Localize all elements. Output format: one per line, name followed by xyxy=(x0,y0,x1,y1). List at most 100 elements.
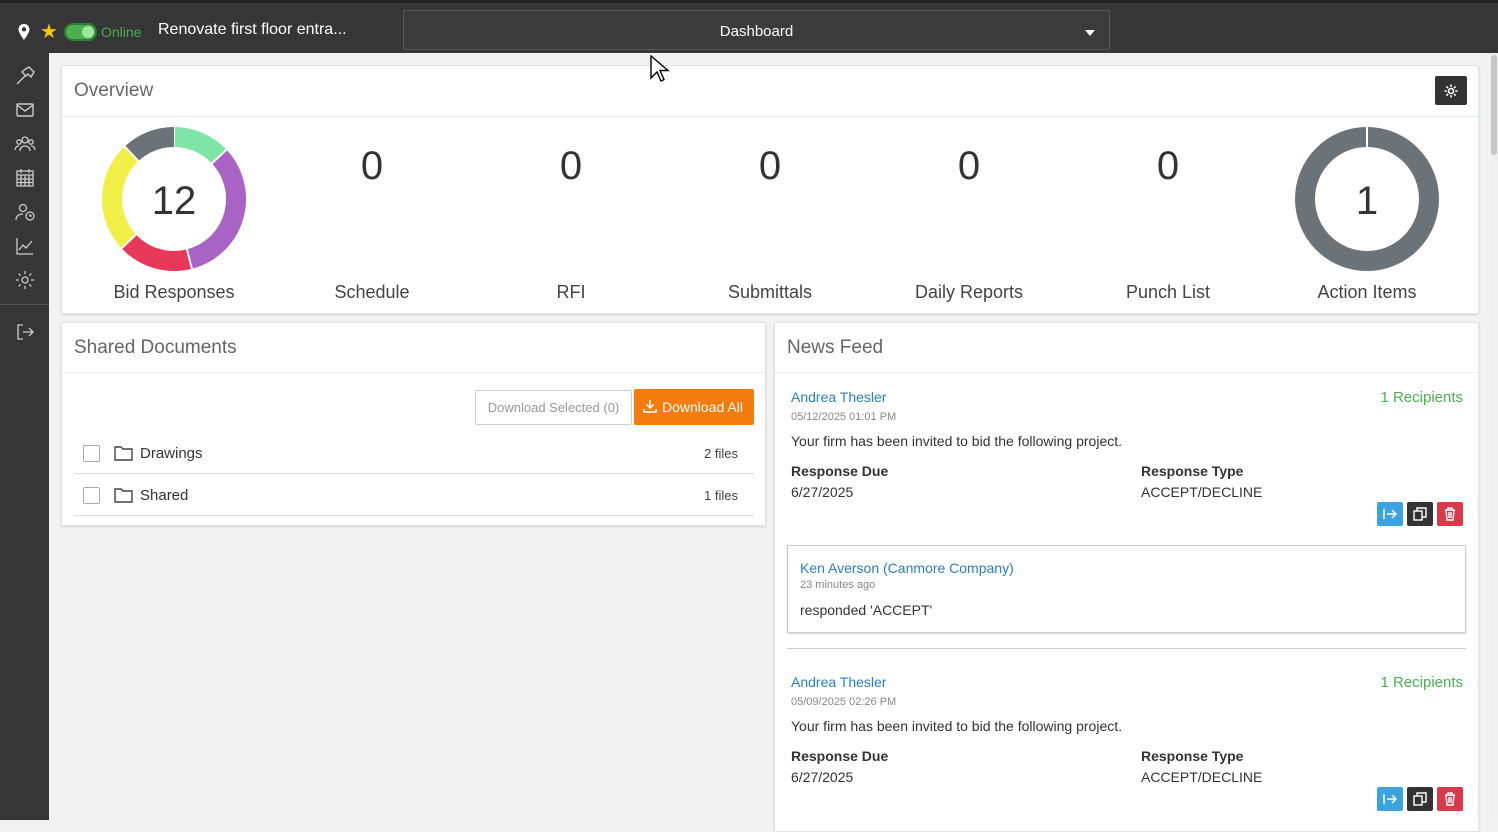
project-title: Renovate first floor entra... xyxy=(158,21,347,38)
overview-title: Overview xyxy=(74,80,154,101)
hammer-icon[interactable] xyxy=(14,65,36,87)
response-due-label: Response Due xyxy=(791,463,889,479)
copy-button[interactable] xyxy=(1407,502,1433,526)
shared-documents-header: Shared Documents xyxy=(62,323,765,373)
forward-button[interactable] xyxy=(1377,502,1403,526)
news-divider xyxy=(787,648,1466,649)
reply-timestamp: 23 minutes ago xyxy=(800,579,876,591)
news-feed-header: News Feed xyxy=(775,323,1478,373)
bid-responses-count: 12 xyxy=(151,179,197,223)
sidebar xyxy=(0,53,49,820)
reply-author[interactable]: Ken Averson (Canmore Company) xyxy=(800,560,1014,576)
action-items-count: 1 xyxy=(1355,179,1379,223)
folder-checkbox[interactable] xyxy=(83,487,100,504)
donut-segment[interactable] xyxy=(124,127,175,162)
copy-icon xyxy=(1413,507,1427,521)
donut-segment[interactable] xyxy=(121,234,192,271)
trash-icon xyxy=(1445,507,1455,521)
delete-button[interactable] xyxy=(1437,502,1463,526)
folder-row[interactable]: Shared 1 files xyxy=(74,474,754,516)
copy-button[interactable] xyxy=(1407,787,1433,811)
location-pin-icon[interactable] xyxy=(17,24,31,40)
folder-icon xyxy=(114,488,133,503)
trash-icon xyxy=(1445,792,1455,806)
news-feed-title: News Feed xyxy=(787,337,884,358)
copy-icon xyxy=(1413,792,1427,806)
star-icon[interactable]: ★ xyxy=(40,22,58,42)
news-recipients[interactable]: 1 Recipients xyxy=(1380,389,1463,406)
response-type-value: ACCEPT/DECLINE xyxy=(1141,769,1263,785)
bid-responses-label: Bid Responses xyxy=(113,282,235,302)
view-selector[interactable]: Dashboard xyxy=(403,10,1110,50)
stat-daily-reports[interactable]: 0 Daily Reports xyxy=(879,126,1059,302)
folder-name[interactable]: Shared xyxy=(140,487,188,504)
reply-message: responded 'ACCEPT' xyxy=(800,602,933,618)
stat-schedule-value: 0 xyxy=(360,144,384,188)
stat-daily-reports-label: Daily Reports xyxy=(914,282,1024,302)
overview-settings-button[interactable] xyxy=(1435,76,1467,105)
download-icon xyxy=(643,400,657,413)
stat-punch-list-value: 0 xyxy=(1156,144,1180,188)
stat-punch-list-label: Punch List xyxy=(1125,282,1211,302)
response-due-value: 6/27/2025 xyxy=(791,769,854,785)
download-selected-button[interactable]: Download Selected (0) xyxy=(475,390,632,425)
donut-segment[interactable] xyxy=(173,127,227,164)
download-all-label: Download All xyxy=(662,399,743,415)
news-recipients[interactable]: 1 Recipients xyxy=(1380,674,1463,691)
mail-icon[interactable] xyxy=(14,99,36,121)
stat-schedule-label: Schedule xyxy=(334,282,410,302)
response-type-label: Response Type xyxy=(1141,463,1244,479)
calendar-icon[interactable] xyxy=(14,167,36,189)
users-icon[interactable] xyxy=(14,133,36,155)
chart-icon[interactable] xyxy=(14,235,36,257)
stat-punch-list[interactable]: 0 Punch List xyxy=(1078,126,1258,302)
stat-submittals-label: Submittals xyxy=(727,282,813,302)
download-all-button[interactable]: Download All xyxy=(634,389,754,425)
stat-rfi[interactable]: 0 RFI xyxy=(481,126,661,302)
stat-rfi-label: RFI xyxy=(556,282,586,302)
news-feed-card: News Feed Andrea Thesler 1 Recipients 05… xyxy=(774,322,1479,832)
stat-submittals-value: 0 xyxy=(758,144,782,188)
response-type-label: Response Type xyxy=(1141,748,1244,764)
folder-icon xyxy=(114,446,133,461)
folder-checkbox[interactable] xyxy=(83,445,100,462)
stat-schedule[interactable]: 0 Schedule xyxy=(282,126,462,302)
news-reply: Ken Averson (Canmore Company) 23 minutes… xyxy=(787,545,1466,633)
folder-file-count: 2 files xyxy=(704,446,738,461)
overview-card: Overview 12 Bid Responses 0 Schedule 0 R… xyxy=(61,65,1479,314)
shared-documents-card: Shared Documents Download Selected (0) D… xyxy=(61,322,766,526)
stat-daily-reports-value: 0 xyxy=(957,144,981,188)
news-message: Your firm has been invited to bid the fo… xyxy=(791,718,1123,734)
news-timestamp: 05/12/2025 01:01 PM xyxy=(791,411,897,423)
folder-row[interactable]: Drawings 2 files xyxy=(74,432,754,474)
sidebar-divider xyxy=(0,304,49,305)
folder-name[interactable]: Drawings xyxy=(140,445,203,462)
response-type-value: ACCEPT/DECLINE xyxy=(1141,484,1263,500)
gear-icon[interactable] xyxy=(14,269,36,291)
user-clock-icon[interactable] xyxy=(14,201,36,223)
online-toggle[interactable] xyxy=(64,23,97,41)
top-bar: ★ Online Renovate first floor entra... D… xyxy=(0,0,1498,53)
forward-button[interactable] xyxy=(1377,787,1403,811)
overview-header: Overview xyxy=(62,66,1478,117)
response-due-value: 6/27/2025 xyxy=(791,484,854,500)
stat-submittals[interactable]: 0 Submittals xyxy=(680,126,860,302)
news-author[interactable]: Andrea Thesler xyxy=(791,674,886,690)
shared-documents-title: Shared Documents xyxy=(74,337,237,358)
mouse-cursor-icon xyxy=(650,55,670,82)
scrollbar-thumb[interactable] xyxy=(1491,55,1497,155)
delete-button[interactable] xyxy=(1437,787,1463,811)
gear-icon xyxy=(1444,84,1458,98)
page-scrollbar[interactable] xyxy=(1490,53,1498,820)
news-timestamp: 05/09/2025 02:26 PM xyxy=(791,696,897,708)
response-due-label: Response Due xyxy=(791,748,889,764)
news-author[interactable]: Andrea Thesler xyxy=(791,389,886,405)
forward-icon xyxy=(1383,509,1397,519)
action-items-label: Action Items xyxy=(1317,282,1417,302)
forward-icon xyxy=(1383,794,1397,804)
folder-file-count: 1 files xyxy=(704,488,738,503)
stat-rfi-value: 0 xyxy=(559,144,583,188)
logout-icon[interactable] xyxy=(14,321,36,343)
news-message: Your firm has been invited to bid the fo… xyxy=(791,433,1123,449)
view-selector-label: Dashboard xyxy=(719,23,794,40)
